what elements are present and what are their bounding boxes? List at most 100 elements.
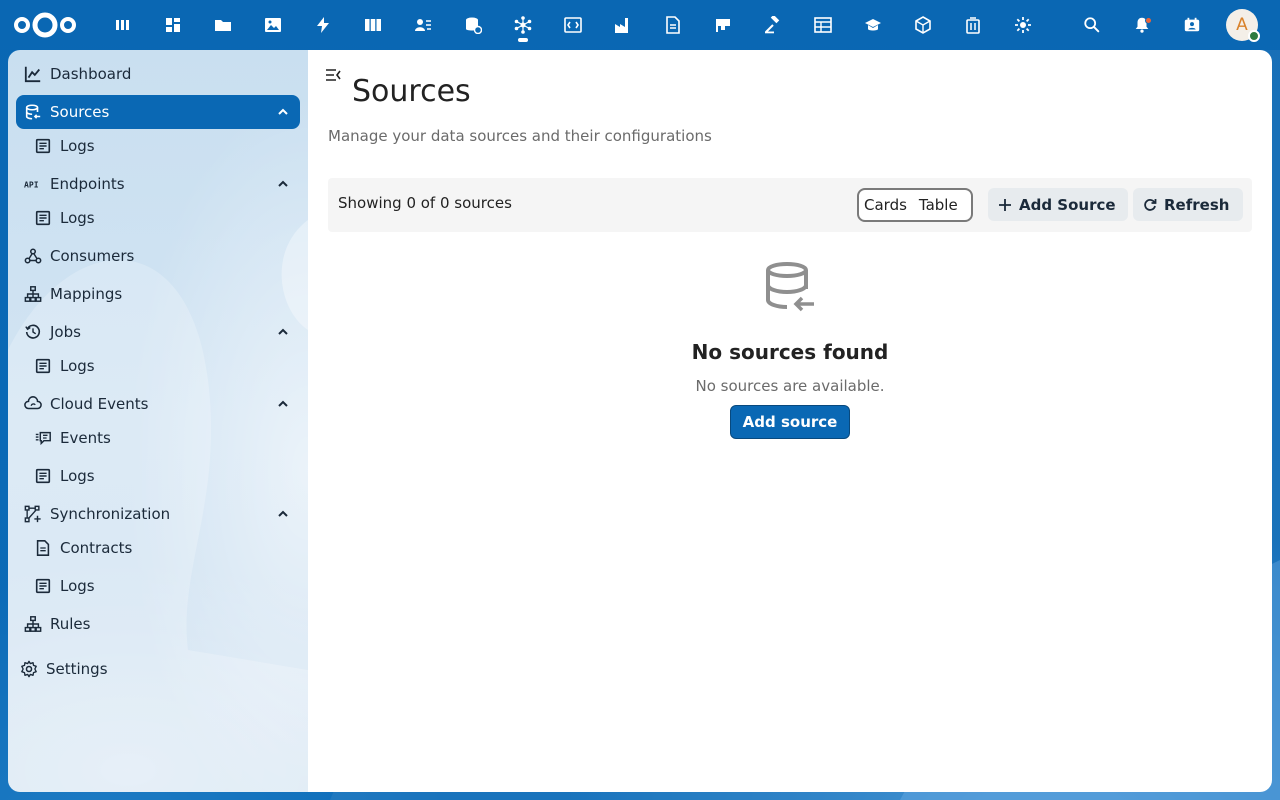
log-icon xyxy=(26,357,60,375)
nav-endpoints-logs[interactable]: Logs xyxy=(26,201,300,235)
nav-synchronization-contracts[interactable]: Contracts xyxy=(26,531,300,565)
app-navigation: Dashboard Sources Logs API Endpoints Log… xyxy=(8,50,308,792)
app-education[interactable] xyxy=(848,0,898,50)
nav-events-label: Events xyxy=(60,429,111,447)
gavel-icon xyxy=(765,16,780,34)
nav-rules[interactable]: Rules xyxy=(16,607,300,641)
nav-logs-label: Logs xyxy=(60,467,95,485)
app-factory[interactable] xyxy=(598,0,648,50)
dashboard-icon xyxy=(166,18,180,32)
nav-settings-label: Settings xyxy=(46,660,108,678)
app-settings-gear[interactable] xyxy=(998,0,1048,50)
notifications-button[interactable] xyxy=(1117,0,1167,50)
app-trash[interactable] xyxy=(948,0,998,50)
search-button[interactable] xyxy=(1067,0,1117,50)
nav-synchronization[interactable]: Synchronization xyxy=(16,497,300,531)
nav-mappings[interactable]: Mappings xyxy=(16,277,300,311)
add-source-button[interactable]: Add Source xyxy=(988,188,1128,221)
table-icon xyxy=(814,17,832,33)
empty-state-title: No sources found xyxy=(691,340,889,364)
nextcloud-logo[interactable] xyxy=(13,10,77,40)
app-photos[interactable] xyxy=(248,0,298,50)
nav-logs-label: Logs xyxy=(60,209,95,227)
nav-synchronization-logs[interactable]: Logs xyxy=(26,569,300,603)
database-import-icon xyxy=(766,262,814,312)
nav-sources-label: Sources xyxy=(50,103,110,121)
avatar-initial: A xyxy=(1236,15,1248,35)
nav-settings[interactable]: Settings xyxy=(12,652,296,686)
nav-cloud-events-logs[interactable]: Logs xyxy=(26,459,300,493)
online-status-badge xyxy=(1248,30,1260,42)
vector-polyline-plus-icon xyxy=(16,505,50,523)
app-integrations[interactable] xyxy=(498,0,548,50)
database-sync-icon xyxy=(466,17,482,34)
trash-icon xyxy=(966,17,980,34)
chevron-up-icon[interactable] xyxy=(266,398,300,410)
refresh-button[interactable]: Refresh xyxy=(1133,188,1243,221)
nav-consumers[interactable]: Consumers xyxy=(16,239,300,273)
chevron-up-icon[interactable] xyxy=(266,178,300,190)
results-count: Showing 0 of 0 sources xyxy=(338,194,512,212)
chevron-up-icon[interactable] xyxy=(266,326,300,338)
app-deck[interactable] xyxy=(348,0,398,50)
nav-jobs[interactable]: Jobs xyxy=(16,315,300,349)
page-subtitle: Manage your data sources and their confi… xyxy=(328,127,712,145)
view-table-option[interactable]: Table xyxy=(913,196,964,214)
nav-dashboard[interactable]: Dashboard xyxy=(16,57,300,91)
database-icon xyxy=(16,103,50,121)
nav-sources-logs[interactable]: Logs xyxy=(26,129,300,163)
app-dashboard[interactable] xyxy=(148,0,198,50)
api-icon: API xyxy=(16,175,50,193)
app-content: Sources Manage your data sources and the… xyxy=(308,50,1272,792)
chart-line-icon xyxy=(16,65,50,83)
app-gavel[interactable] xyxy=(748,0,798,50)
app-document[interactable] xyxy=(648,0,698,50)
integrations-icon xyxy=(514,16,532,34)
user-avatar[interactable]: A xyxy=(1226,9,1260,42)
flag-icon xyxy=(716,19,730,32)
app-activity[interactable] xyxy=(298,0,348,50)
contacts-icon xyxy=(415,19,431,31)
app-contacts[interactable] xyxy=(398,0,448,50)
empty-add-source-button[interactable]: Add source xyxy=(730,405,850,439)
nav-consumers-label: Consumers xyxy=(50,247,135,265)
apps-icon xyxy=(116,20,129,30)
app-package[interactable] xyxy=(898,0,948,50)
document-icon xyxy=(666,16,680,34)
app-flag[interactable] xyxy=(698,0,748,50)
nav-cloud-events-events[interactable]: Events xyxy=(26,421,300,455)
contacts-menu-button[interactable] xyxy=(1167,0,1217,50)
message-list-icon xyxy=(26,429,60,447)
file-document-icon xyxy=(26,539,60,557)
view-cards-option[interactable]: Cards xyxy=(859,196,913,214)
nav-jobs-logs[interactable]: Logs xyxy=(26,349,300,383)
log-icon xyxy=(26,467,60,485)
nav-logs-label: Logs xyxy=(60,357,95,375)
nav-endpoints-label: Endpoints xyxy=(50,175,125,193)
nav-sources[interactable]: Sources xyxy=(16,95,300,129)
history-icon xyxy=(16,323,50,341)
nav-cloud-events[interactable]: Cloud Events xyxy=(16,387,300,421)
search-icon xyxy=(1084,17,1100,33)
nav-dashboard-label: Dashboard xyxy=(50,65,132,83)
app-database-sync[interactable] xyxy=(448,0,498,50)
code-icon xyxy=(564,17,582,33)
app-apps[interactable] xyxy=(98,0,148,50)
settings-gear-icon xyxy=(1015,17,1031,33)
chevron-up-icon[interactable] xyxy=(266,106,300,118)
sitemap-icon xyxy=(16,285,50,303)
toggle-navigation-icon[interactable] xyxy=(324,66,342,84)
webhook-icon xyxy=(16,247,50,265)
package-icon xyxy=(915,16,931,34)
chevron-up-icon[interactable] xyxy=(266,508,300,520)
notification-badge xyxy=(1145,17,1152,24)
activity-icon xyxy=(317,17,329,33)
nav-endpoints[interactable]: API Endpoints xyxy=(16,167,300,201)
cog-icon xyxy=(12,660,46,678)
education-icon xyxy=(865,19,881,31)
nav-synchronization-label: Synchronization xyxy=(50,505,171,523)
app-files[interactable] xyxy=(198,0,248,50)
app-table[interactable] xyxy=(798,0,848,50)
app-code[interactable] xyxy=(548,0,598,50)
refresh-label: Refresh xyxy=(1164,195,1230,214)
